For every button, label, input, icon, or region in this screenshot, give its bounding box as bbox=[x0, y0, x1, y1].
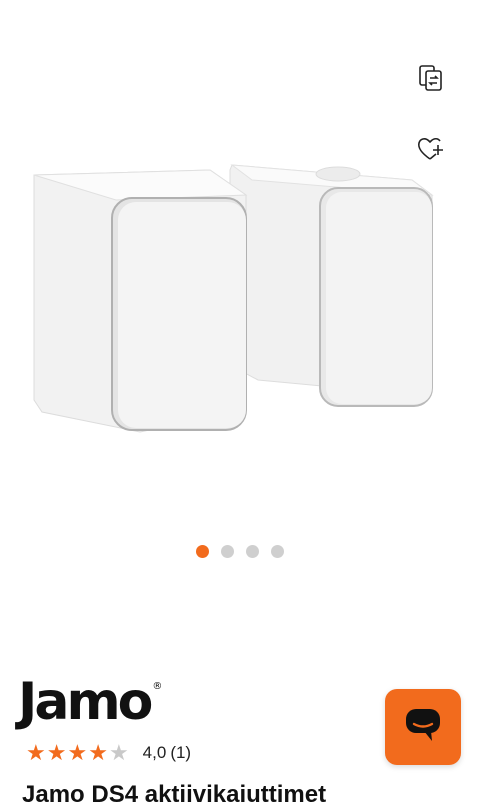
wishlist-button[interactable] bbox=[413, 133, 449, 169]
rating-count[interactable]: (1) bbox=[170, 743, 191, 763]
speaker-right-image bbox=[229, 164, 434, 407]
brand-logo[interactable]: Jamo ® bbox=[18, 676, 162, 728]
chat-button[interactable] bbox=[385, 689, 461, 765]
gallery-dot[interactable] bbox=[271, 545, 284, 558]
rating-value: 4,0 bbox=[142, 743, 167, 762]
star-icon: ★ bbox=[67, 740, 88, 765]
product-image-gallery[interactable] bbox=[0, 0, 480, 580]
compare-button[interactable] bbox=[413, 62, 449, 98]
compare-icon bbox=[417, 63, 445, 98]
star-icon: ★ bbox=[46, 740, 67, 765]
gallery-dot[interactable] bbox=[246, 545, 259, 558]
product-image[interactable] bbox=[20, 140, 460, 440]
chat-bubble-icon bbox=[404, 707, 442, 748]
heart-plus-icon bbox=[416, 135, 446, 168]
gallery-dot[interactable] bbox=[221, 545, 234, 558]
star-icon: ★ bbox=[88, 740, 108, 765]
product-rating[interactable]: ★ ★ ★ ★ ★ 4,0 (1) bbox=[26, 742, 191, 764]
rating-stars: ★ ★ ★ ★ ★ bbox=[26, 742, 129, 764]
star-icon: ★ bbox=[108, 740, 129, 765]
product-title: Jamo DS4 aktiivikaiuttimet bbox=[22, 781, 327, 808]
gallery-dot[interactable] bbox=[196, 545, 209, 558]
star-icon: ★ bbox=[26, 740, 46, 765]
gallery-pagination bbox=[0, 545, 480, 558]
speaker-left-image bbox=[33, 169, 248, 433]
